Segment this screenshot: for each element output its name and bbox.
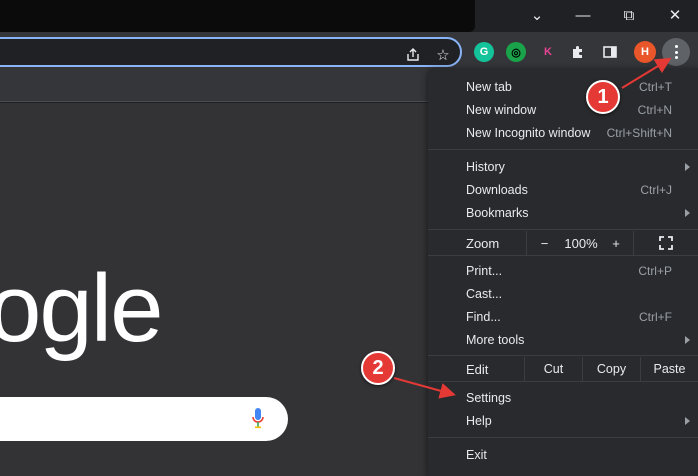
menu-item-print[interactable]: Print... Ctrl+P <box>428 259 698 282</box>
zoom-out-button[interactable]: − <box>526 231 562 255</box>
browser-toolbar: ☆ <box>0 32 698 72</box>
callout-badge-2: 2 <box>361 351 395 385</box>
active-tab-edge[interactable] <box>0 0 475 32</box>
menu-divider <box>428 381 698 382</box>
share-icon[interactable] <box>404 46 422 64</box>
zoom-in-button[interactable]: + <box>600 231 632 255</box>
menu-item-find[interactable]: Find... Ctrl+F <box>428 305 698 328</box>
menu-item-new-incognito-window[interactable]: New Incognito window Ctrl+Shift+N <box>428 121 698 144</box>
paste-button[interactable]: Paste <box>640 357 698 381</box>
microphone-icon[interactable] <box>252 408 264 430</box>
chevron-right-icon <box>685 335 690 344</box>
menu-item-cast[interactable]: Cast... <box>428 282 698 305</box>
profile-avatar[interactable]: H <box>634 41 656 63</box>
puzzle-extensions-icon[interactable] <box>566 40 590 64</box>
minimize-icon: — <box>575 6 591 24</box>
close-icon: ✕ <box>668 7 682 24</box>
title-bar: ⌄ — ⧉ ✕ <box>0 0 698 32</box>
menu-divider <box>428 149 698 150</box>
address-bar[interactable]: ☆ <box>0 37 462 67</box>
more-vertical-icon <box>674 44 678 60</box>
zoom-row: Zoom − 100% + <box>428 231 698 255</box>
minimize-button[interactable]: ⌄ <box>514 0 560 30</box>
side-panel-icon[interactable] <box>598 40 622 64</box>
edit-row: Edit Cut Copy Paste <box>428 357 698 381</box>
menu-item-new-tab[interactable]: New tab Ctrl+T <box>428 75 698 98</box>
edit-label: Edit <box>466 361 489 377</box>
zoom-label: Zoom <box>466 235 500 251</box>
menu-divider <box>428 355 698 356</box>
restore-icon: ⧉ <box>623 6 635 24</box>
chevron-right-icon <box>685 416 690 425</box>
menu-item-more-tools[interactable]: More tools <box>428 328 698 351</box>
chevron-right-icon <box>685 208 690 217</box>
k-extension-icon[interactable]: K <box>538 42 558 62</box>
restore-button[interactable]: ⧉ <box>606 0 652 30</box>
menu-divider <box>428 437 698 438</box>
menu-divider <box>428 229 698 230</box>
green-extension-icon[interactable]: ◎ <box>506 42 526 62</box>
fullscreen-icon <box>659 236 673 250</box>
chrome-menu-button[interactable] <box>662 38 690 66</box>
grammarly-extension-icon[interactable]: G <box>474 42 494 62</box>
fullscreen-button[interactable] <box>633 231 698 255</box>
callout-badge-1: 1 <box>586 80 620 114</box>
chrome-menu: New tab Ctrl+T New window Ctrl+N New Incog… <box>428 68 698 476</box>
zoom-level: 100% <box>564 235 598 251</box>
menu-item-exit[interactable]: Exit <box>428 443 698 466</box>
menu-item-downloads[interactable]: Downloads Ctrl+J <box>428 178 698 201</box>
bookmark-star-icon[interactable]: ☆ <box>434 46 452 64</box>
cut-button[interactable]: Cut <box>524 357 582 381</box>
search-box[interactable] <box>0 397 288 441</box>
menu-item-history[interactable]: History <box>428 155 698 178</box>
chevron-right-icon <box>685 162 690 171</box>
close-window-button[interactable]: ✕ <box>652 0 698 30</box>
menu-item-settings[interactable]: Settings <box>428 386 698 409</box>
google-logo: ogle <box>0 255 163 362</box>
menu-item-new-window[interactable]: New window Ctrl+N <box>428 98 698 121</box>
menu-item-bookmarks[interactable]: Bookmarks <box>428 201 698 224</box>
menu-divider <box>428 255 698 256</box>
chevron-down-icon: ⌄ <box>530 7 544 24</box>
menu-item-help[interactable]: Help <box>428 409 698 432</box>
minimize-window-button[interactable]: — <box>560 0 606 30</box>
copy-button[interactable]: Copy <box>582 357 640 381</box>
